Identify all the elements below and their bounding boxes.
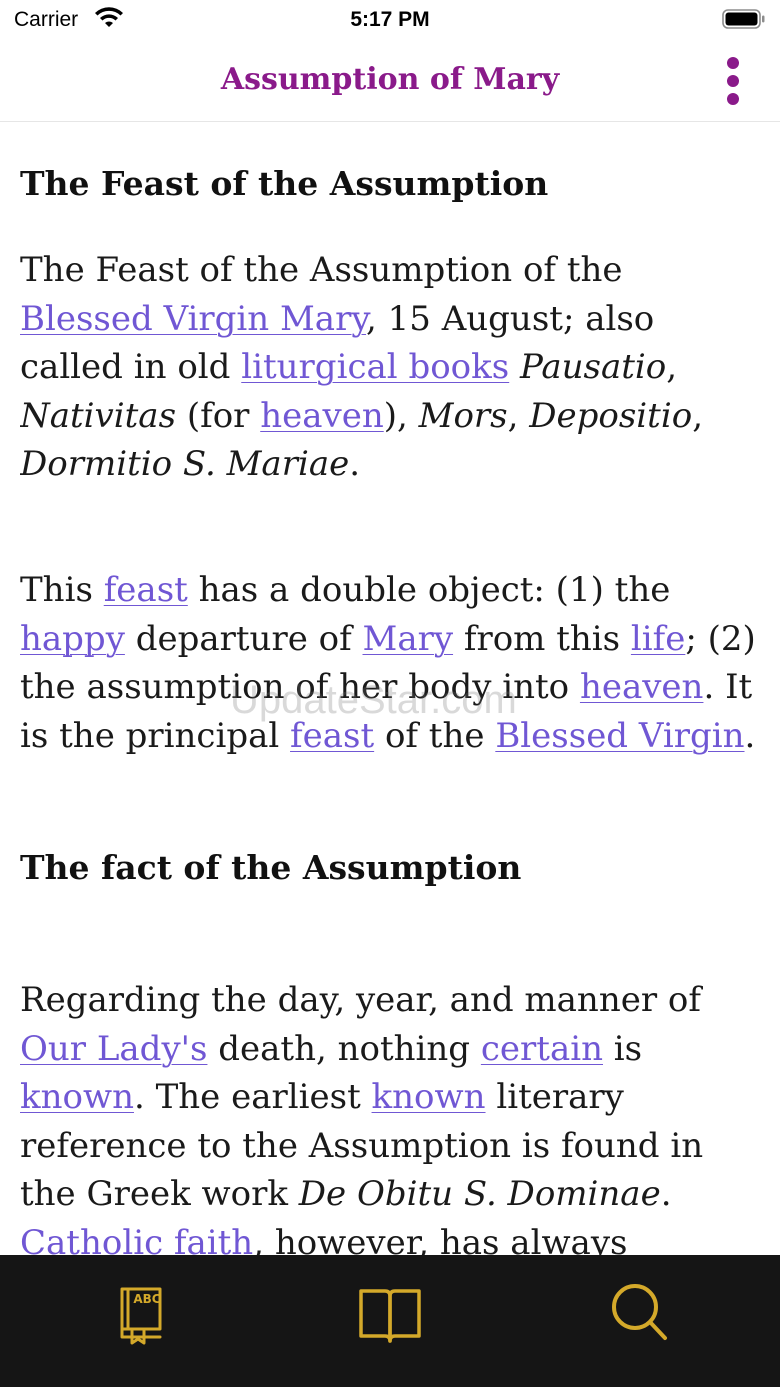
paragraph-text: The Feast of the Assumption of the [20,250,623,290]
more-dot-icon [727,75,739,87]
more-dot-icon [727,93,739,105]
article-paragraph: Regarding the day, year, and manner of O… [20,976,762,1255]
paragraph-text: , [692,395,703,436]
paragraph-text: Regarding the day, year, and manner of [20,980,701,1020]
tab-library[interactable] [355,1279,425,1349]
paragraph-text: . The earliest [133,1077,372,1117]
italic-term: Dormitio S. Mariae [20,444,350,484]
tab-search[interactable] [605,1279,675,1349]
link-our-ladys[interactable]: Our Lady's [20,1029,207,1069]
link-certain[interactable]: certain [481,1029,603,1069]
link-heaven[interactable]: heaven [260,396,384,436]
paragraph-text: . [660,1174,672,1214]
paragraph-text: , [666,347,678,387]
navigation-bar: Assumption of Mary [0,40,780,122]
paragraph-text: . [349,444,361,484]
paragraph-text: . [744,715,756,756]
link-heaven[interactable]: heaven [580,667,704,707]
battery-icon [722,9,765,29]
italic-term: Nativitas [20,395,177,436]
paragraph-text: death, nothing [207,1028,481,1069]
link-life[interactable]: life [631,619,685,659]
paragraph-text: is [603,1028,643,1069]
section-heading: The Feast of the Assumption [20,164,549,203]
italic-term: Pausatio [520,347,667,387]
clock: 5:17 PM [350,8,430,31]
paragraph-text [509,347,520,387]
link-catholic-faith[interactable]: Catholic faith [20,1223,253,1256]
section-heading: The fact of the Assumption [20,848,522,887]
tab-bar: ABC [0,1255,780,1387]
paragraph-text: has a double object: (1) the [187,570,671,610]
more-options-button[interactable] [716,52,750,110]
paragraph-text: , [507,395,530,436]
link-happy[interactable]: happy [20,619,125,659]
paragraph-text: from this [453,618,631,659]
link-liturgical-books[interactable]: liturgical books [241,347,509,387]
article-content[interactable]: The Feast of the Assumption The Feast of… [20,122,762,1255]
status-bar: Carrier 5:17 PM [0,0,780,40]
link-blessed-virgin[interactable]: Blessed Virgin [495,716,744,756]
paragraph-text: of the [374,715,496,756]
paragraph-text: This [20,570,104,610]
link-feast[interactable]: feast [104,570,188,610]
italic-term: Depositio [529,395,693,436]
dictionary-icon-label: ABC [133,1292,160,1306]
link-blessed-virgin-mary[interactable]: Blessed Virgin Mary [20,299,366,339]
link-known[interactable]: known [20,1077,134,1117]
article-paragraph: The Feast of the Assumption of the Bless… [20,246,762,489]
article-paragraph: This feast has a double object: (1) the … [20,566,762,760]
more-dot-icon [727,57,739,69]
paragraph-text: departure of [124,618,363,659]
search-icon [612,1284,667,1340]
link-feast[interactable]: feast [290,716,374,756]
paragraph-text: , however, has always [253,1222,628,1256]
page-title: Assumption of Mary [220,62,560,97]
dictionary-icon: ABC [120,1287,162,1345]
italic-term: Mors [418,395,508,436]
paragraph-text: ), [383,395,419,436]
paragraph-text: (for [176,395,261,436]
italic-term: De Obitu S. Dominae [298,1174,661,1214]
tab-dictionary[interactable]: ABC [106,1279,176,1349]
link-mary[interactable]: Mary [363,619,454,659]
link-known[interactable]: known [372,1077,486,1117]
book-icon [359,1289,421,1343]
